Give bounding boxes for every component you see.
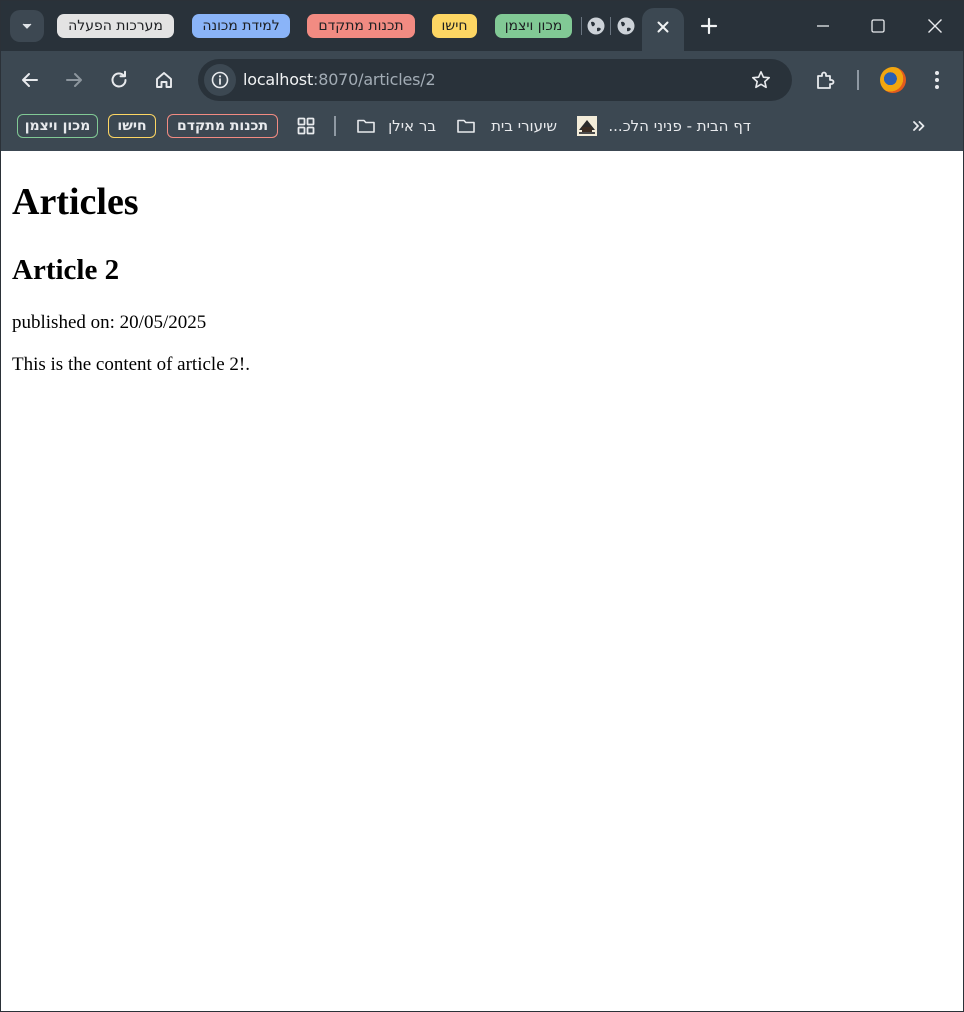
minimize-icon[interactable]	[813, 16, 833, 36]
folder-icon[interactable]	[456, 116, 476, 136]
double-chevron-icon[interactable]	[909, 116, 929, 136]
bookmark-group-label: תכנות מתקדם	[176, 118, 269, 134]
folder-icon[interactable]	[356, 116, 376, 136]
apps-grid-icon[interactable]	[296, 116, 316, 136]
tab-strip: מערכות הפעלה למידת מכונה תכנות מתקדם חיש…	[1, 1, 963, 51]
bookmark-group-label: מכון ויצמן	[24, 118, 91, 134]
tab-group-weizmann[interactable]: מכון ויצמן	[495, 14, 572, 38]
globe-icon[interactable]	[616, 16, 636, 36]
tab-group-label: מערכות הפעלה	[68, 18, 163, 34]
home-icon[interactable]	[152, 68, 176, 92]
tab-group-label: למידת מכונה	[202, 18, 280, 34]
address-bar[interactable]: localhost:8070/articles/2	[198, 59, 792, 101]
url-host: localhost	[243, 70, 314, 89]
url-text: localhost:8070/articles/2	[243, 69, 436, 91]
bookmark-folder-bar-ilan[interactable]: בר אילן	[386, 115, 436, 137]
browser-window: מערכות הפעלה למידת מכונה תכנות מתקדם חיש…	[0, 0, 964, 1012]
close-window-icon[interactable]	[925, 16, 945, 36]
tab-group-label: מכון ויצמן	[504, 18, 563, 34]
bookmark-group-chishu[interactable]: חישו	[108, 114, 156, 138]
star-icon[interactable]	[750, 69, 772, 91]
forward-arrow-icon[interactable]	[62, 68, 86, 92]
tab-group-machine-learning[interactable]: למידת מכונה	[192, 14, 290, 38]
site-favicon-icon[interactable]	[577, 116, 597, 136]
extensions-puzzle-icon[interactable]	[813, 68, 837, 92]
tab-group-label: חישו	[441, 18, 468, 34]
bookmarks-divider	[334, 116, 336, 136]
site-info-button[interactable]	[204, 64, 236, 96]
tab-divider	[581, 17, 582, 35]
bookmark-group-advanced-programming[interactable]: תכנות מתקדם	[167, 114, 278, 138]
browser-toolbar: localhost:8070/articles/2	[1, 51, 963, 109]
page-content: Articles Article 2 published on: 20/05/2…	[2, 152, 963, 1011]
article-title: Article 2	[12, 254, 120, 286]
more-menu-icon[interactable]	[927, 68, 947, 92]
info-icon	[211, 71, 229, 89]
bookmark-label: שיעורי בית	[491, 117, 557, 135]
chevron-down-icon	[22, 23, 32, 29]
bookmark-folder-homework[interactable]: שיעורי בית	[487, 115, 557, 137]
back-arrow-icon[interactable]	[18, 68, 42, 92]
url-path: :8070/articles/2	[313, 70, 436, 89]
tab-divider	[610, 17, 611, 35]
article-content: This is the content of article 2!.	[12, 354, 250, 375]
tab-group-label: תכנות מתקדם	[318, 18, 404, 34]
bookmark-page-link[interactable]: דף הבית - פניני הלכ...	[607, 115, 751, 137]
tab-group-chishu[interactable]: חישו	[432, 14, 477, 38]
publish-date: published on: 20/05/2025	[12, 312, 207, 333]
tab-search-button[interactable]	[10, 10, 44, 42]
globe-icon[interactable]	[586, 16, 606, 36]
maximize-icon[interactable]	[868, 16, 888, 36]
bookmark-label: דף הבית - פניני הלכ...	[608, 117, 751, 135]
bookmarks-bar: מכון ויצמן חישו תכנות מתקדם בר אילן שיעו…	[1, 109, 963, 151]
close-icon[interactable]	[654, 18, 672, 36]
plus-icon[interactable]	[697, 14, 721, 38]
tab-group-os[interactable]: מערכות הפעלה	[57, 14, 174, 38]
active-tab[interactable]	[642, 8, 684, 51]
reload-icon[interactable]	[107, 68, 131, 92]
bookmark-group-label: חישו	[117, 118, 147, 134]
bookmark-label: בר אילן	[388, 117, 436, 135]
bookmark-group-weizmann[interactable]: מכון ויצמן	[17, 114, 98, 138]
profile-avatar[interactable]	[880, 67, 906, 93]
tab-group-advanced-programming[interactable]: תכנות מתקדם	[307, 14, 415, 38]
toolbar-divider	[857, 70, 859, 90]
page-heading: Articles	[12, 181, 139, 223]
